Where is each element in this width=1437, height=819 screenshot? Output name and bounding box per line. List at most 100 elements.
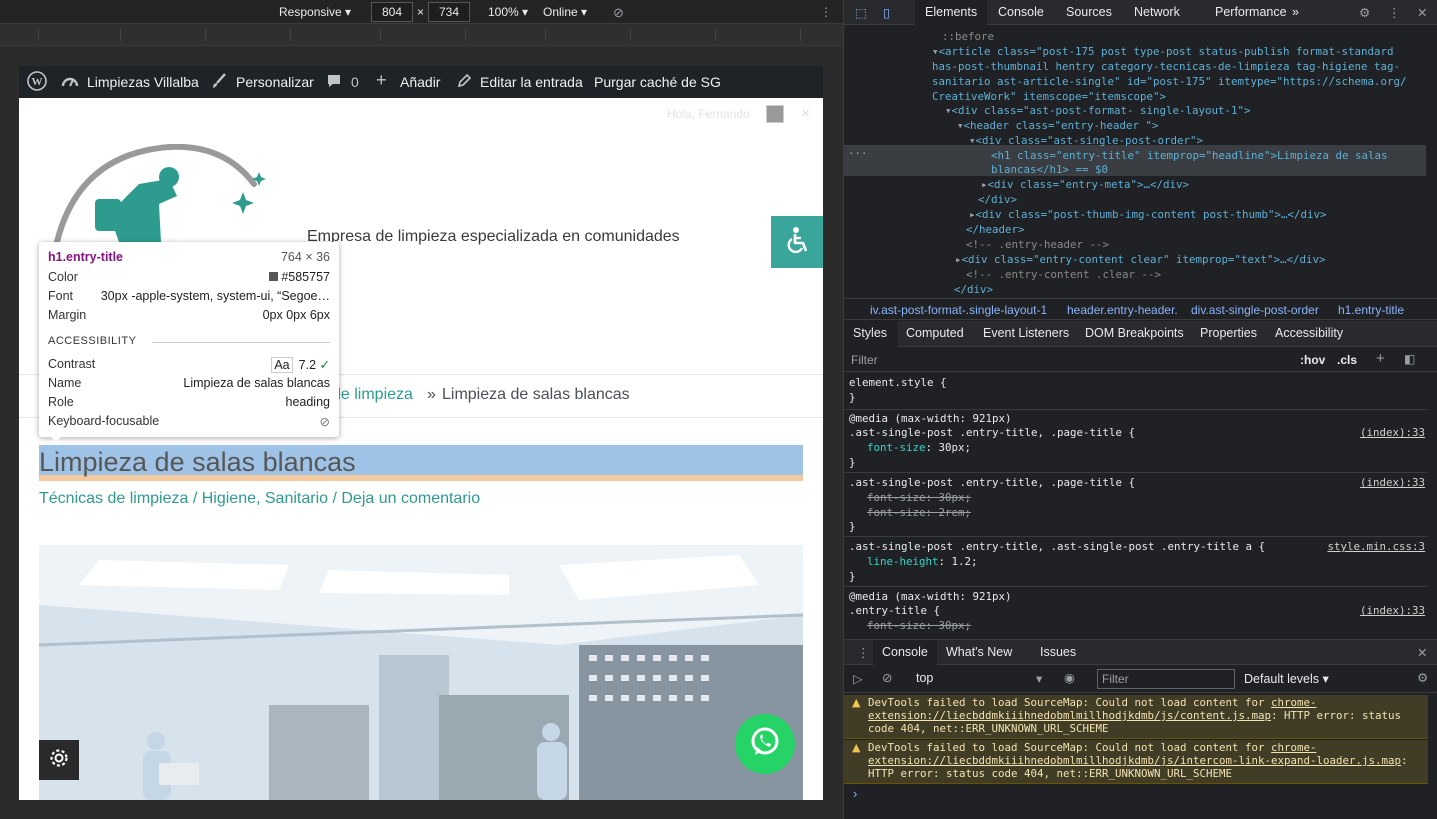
style-source-link[interactable]: (index):33 — [1360, 425, 1425, 440]
style-property[interactable]: font-size: 2rem; — [867, 505, 971, 520]
close-drawer-icon[interactable]: ✕ — [1417, 645, 1427, 660]
avatar[interactable] — [766, 105, 784, 123]
styles-filter-input[interactable]: Filter — [851, 353, 878, 367]
style-property[interactable]: font-size: 30px; — [867, 490, 971, 505]
dom-line[interactable]: ▸<div class="entry-content clear" itempr… — [955, 252, 1326, 267]
dom-line[interactable]: </div> — [954, 282, 993, 297]
dom-line[interactable]: </div> — [978, 192, 1017, 207]
pencil-icon[interactable] — [456, 73, 472, 93]
post-meta[interactable]: Técnicas de limpieza / Higiene, Sanitari… — [39, 490, 480, 508]
context-select[interactable]: top — [916, 671, 933, 685]
brush-icon[interactable] — [211, 73, 227, 93]
purge-cache-link[interactable]: Purgar caché de SG — [594, 74, 721, 90]
breadcrumb-link[interactable]: de limpieza — [332, 386, 413, 404]
dom-line[interactable]: ▸<div class="entry-meta">…</div> — [981, 177, 1189, 192]
log-levels-dropdown[interactable]: Default levels ▾ — [1244, 671, 1329, 686]
style-selector[interactable]: .ast-single-post .entry-title, .page-tit… — [849, 475, 1135, 490]
style-source-link[interactable]: (index):33 — [1360, 475, 1425, 490]
settings-button[interactable] — [39, 740, 79, 780]
tab-elements[interactable]: Elements — [925, 5, 977, 19]
drawer-tab-issues[interactable]: Issues — [1040, 645, 1076, 659]
tab-computed[interactable]: Computed — [906, 326, 964, 340]
styles-pane[interactable]: element.style { } @media (max-width: 921… — [844, 373, 1428, 638]
dom-line[interactable]: </header> — [966, 222, 1025, 237]
dom-breadcrumb-item[interactable]: header.entry-header. — [1067, 303, 1178, 317]
tab-network[interactable]: Network — [1134, 5, 1180, 19]
customize-link[interactable]: Personalizar — [236, 74, 314, 90]
tab-accessibility[interactable]: Accessibility — [1275, 326, 1343, 340]
rotate-icon[interactable]: ⊘ — [613, 5, 624, 21]
dom-line[interactable]: has-post-thumbnail hentry category-tecni… — [932, 59, 1400, 74]
dom-line[interactable]: ▾<div class="ast-post-format- single-lay… — [945, 103, 1251, 118]
dom-line[interactable]: ▸<div class="post-thumb-img-content post… — [969, 207, 1327, 222]
dom-line[interactable]: sanitario ast-article-single" id="post-1… — [932, 74, 1407, 89]
dom-line[interactable]: ▾<div class="ast-single-post-order"> — [969, 133, 1203, 148]
wordpress-icon[interactable]: W — [27, 71, 47, 95]
whatsapp-button[interactable] — [735, 714, 795, 774]
node-ellipsis[interactable]: ··· — [848, 146, 868, 161]
site-name-link[interactable]: Limpiezas Villalba — [87, 74, 199, 90]
dom-line[interactable]: <!-- .entry-header --> — [966, 237, 1109, 252]
tab-sources[interactable]: Sources — [1066, 5, 1112, 19]
style-source-link[interactable]: style.min.css:3 — [1327, 539, 1425, 554]
new-rule-icon[interactable]: + — [1376, 350, 1385, 367]
dom-tree[interactable]: ··· ::before ▾<article class="post-175 p… — [844, 26, 1437, 298]
settings-gear-icon[interactable]: ⚙ — [1359, 5, 1370, 20]
console-settings-icon[interactable]: ⚙ — [1417, 670, 1428, 685]
drawer-tab-whats-new[interactable]: What's New — [946, 645, 1012, 659]
style-selector[interactable]: element.style { — [849, 375, 947, 390]
console-filter-input[interactable]: Filter — [1097, 669, 1235, 689]
context-dropdown-icon[interactable]: ▾ — [1036, 671, 1042, 686]
drawer-menu-icon[interactable]: ⋮ — [857, 645, 870, 660]
edit-post-link[interactable]: Editar la entrada — [480, 74, 583, 90]
close-devtools-icon[interactable]: ✕ — [1417, 5, 1427, 20]
class-toggle[interactable]: .cls — [1337, 353, 1357, 367]
inspect-element-icon[interactable]: ⬚ — [855, 5, 867, 20]
comment-icon[interactable] — [326, 73, 342, 93]
clear-console-icon[interactable]: ⊘ — [882, 670, 892, 685]
tab-performance[interactable]: Performance — [1215, 5, 1287, 19]
network-dropdown[interactable]: Online ▾ — [543, 5, 587, 19]
sidebar-toggle-icon[interactable]: ◧ — [1404, 352, 1415, 366]
device-toggle-icon[interactable]: ▯ — [883, 5, 890, 20]
style-source-link[interactable]: (index):33 — [1360, 603, 1425, 618]
comments-count[interactable]: 0 — [351, 74, 359, 90]
drawer-tab-console[interactable]: Console — [882, 645, 928, 659]
dom-line[interactable]: ▾<article class="post-175 post type-post… — [932, 44, 1394, 59]
more-tabs-icon[interactable]: » — [1292, 5, 1299, 19]
tab-styles[interactable]: Styles — [853, 326, 887, 340]
greeting-text[interactable]: Hola, Fernando — [667, 107, 750, 121]
kebab-menu-icon[interactable]: ⋮ — [1388, 5, 1401, 20]
site-logo[interactable] — [49, 143, 279, 249]
style-property[interactable]: line-height: 1.2; — [867, 554, 978, 569]
style-property[interactable]: font-size: 30px; — [867, 440, 971, 455]
more-options-icon[interactable]: ⋮ — [820, 5, 832, 19]
tab-properties[interactable]: Properties — [1200, 326, 1257, 340]
console-prompt[interactable]: › — [853, 786, 857, 801]
sidebar-icon[interactable]: ▷ — [853, 671, 863, 686]
style-selector[interactable]: .entry-title { — [849, 603, 940, 618]
zoom-dropdown[interactable]: 100% ▾ — [488, 5, 528, 19]
style-selector[interactable]: .ast-single-post .entry-title, .ast-sing… — [849, 539, 1265, 554]
height-input[interactable]: 734 — [428, 2, 470, 22]
responsive-dropdown[interactable]: Responsive ▾ — [279, 5, 351, 19]
style-property[interactable]: font-size: 30px; — [867, 618, 971, 633]
dom-line[interactable]: ::before — [942, 29, 994, 44]
media-query-ruler[interactable] — [0, 24, 843, 46]
plus-icon[interactable]: + — [376, 70, 387, 91]
style-selector[interactable]: .ast-single-post .entry-title, .page-tit… — [849, 425, 1135, 440]
dom-breadcrumb-item[interactable]: h1.entry-title — [1338, 303, 1404, 317]
dom-line-selected[interactable]: blancas</h1> == $0 — [991, 162, 1108, 177]
hover-toggle[interactable]: :hov — [1300, 353, 1325, 367]
dashboard-icon[interactable] — [61, 73, 79, 95]
width-input[interactable]: 804 — [371, 2, 413, 22]
accessibility-button[interactable] — [771, 216, 823, 268]
dom-breadcrumb-item[interactable]: iv.ast-post-format-.single-layout-1 — [870, 303, 1047, 317]
dom-line[interactable]: ▾<header class="entry-header "> — [957, 118, 1159, 133]
dom-breadcrumb-item[interactable]: div.ast-single-post-order — [1191, 303, 1319, 317]
close-icon[interactable]: ✕ — [801, 107, 810, 120]
tab-dom-breakpoints[interactable]: DOM Breakpoints — [1085, 326, 1184, 340]
tab-event-listeners[interactable]: Event Listeners — [983, 326, 1069, 340]
dom-line[interactable]: <!-- .entry-content .clear --> — [966, 267, 1161, 282]
dom-line[interactable]: CreativeWork" itemscope="itemscope"> — [932, 89, 1166, 104]
